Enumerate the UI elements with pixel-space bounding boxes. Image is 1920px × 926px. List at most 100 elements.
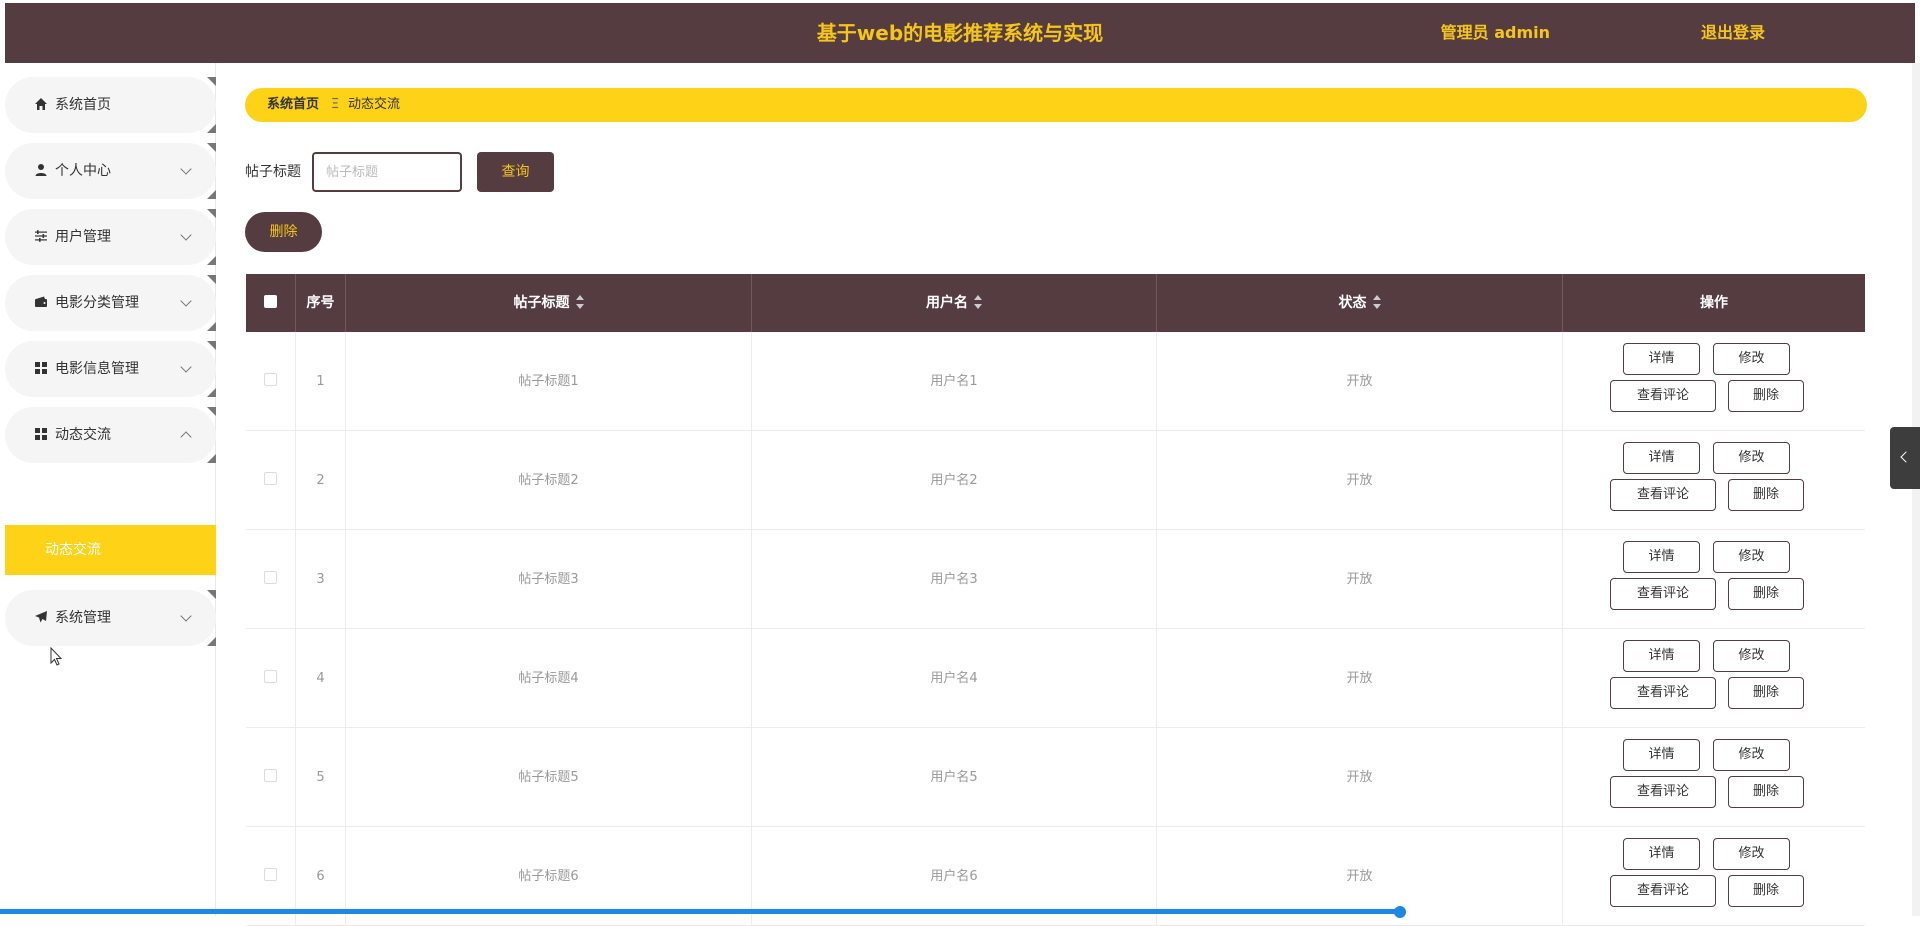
detail-button[interactable]: 详情 (1623, 442, 1700, 474)
batch-delete-button[interactable]: 删除 (245, 212, 322, 252)
menu-corner-decor (207, 143, 216, 152)
chevron-up-icon (180, 431, 192, 443)
table-row: 4 帖子标题4 用户名4 开放 详情 修改 查看评论 删除 (246, 629, 1865, 728)
header-index-label: 序号 (306, 295, 335, 311)
header-title-label: 帖子标题 (513, 295, 570, 311)
collapse-panel-tab[interactable] (1890, 427, 1920, 489)
sidebar-item-home[interactable]: 系统首页 (5, 77, 216, 133)
send-icon (33, 609, 49, 625)
sidebar: 系统首页 个人中心 用户管理 电影分类管理 电影信息管理 动态交流 动态交流 系… (5, 63, 216, 916)
select-all-checkbox[interactable] (264, 295, 277, 308)
detail-button[interactable]: 详情 (1623, 739, 1700, 771)
row-index: 1 (296, 332, 346, 431)
edit-button[interactable]: 修改 (1713, 442, 1790, 474)
view-comments-button[interactable]: 查看评论 (1610, 578, 1716, 610)
view-comments-button[interactable]: 查看评论 (1610, 677, 1716, 709)
sidebar-item-label: 电影分类管理 (55, 295, 139, 311)
view-comments-button[interactable]: 查看评论 (1610, 479, 1716, 511)
menu-corner-decor (207, 407, 216, 416)
header-title[interactable]: 帖子标题 (346, 274, 752, 332)
breadcrumb-separator: Ξ (331, 97, 340, 112)
row-username: 用户名3 (752, 530, 1157, 629)
sidebar-item-label: 用户管理 (55, 229, 111, 245)
header-username[interactable]: 用户名 (752, 274, 1157, 332)
row-delete-button[interactable]: 删除 (1728, 875, 1804, 907)
view-comments-button[interactable]: 查看评论 (1610, 875, 1716, 907)
row-delete-button[interactable]: 删除 (1728, 677, 1804, 709)
detail-button[interactable]: 详情 (1623, 343, 1700, 375)
row-checkbox[interactable] (264, 769, 277, 782)
row-delete-button[interactable]: 删除 (1728, 380, 1804, 412)
row-delete-button[interactable]: 删除 (1728, 776, 1804, 808)
row-checkbox[interactable] (264, 571, 277, 584)
sidebar-item-label: 系统首页 (55, 97, 111, 113)
sidebar-subitem-forum[interactable]: 动态交流 (5, 525, 216, 575)
row-checkbox[interactable] (264, 670, 277, 683)
sliders-icon (33, 228, 49, 244)
row-status: 开放 (1157, 431, 1563, 530)
edit-button[interactable]: 修改 (1713, 343, 1790, 375)
row-title: 帖子标题3 (346, 530, 752, 629)
sort-icon[interactable] (974, 295, 982, 309)
sidebar-item-system[interactable]: 系统管理 (5, 590, 216, 646)
header-actions: 操作 (1563, 274, 1865, 332)
sidebar-item-forum[interactable]: 动态交流 (5, 407, 216, 463)
vertical-scrollbar[interactable] (1912, 63, 1920, 916)
row-delete-button[interactable]: 删除 (1728, 578, 1804, 610)
header-select-all[interactable] (246, 274, 296, 332)
row-checkbox[interactable] (264, 472, 277, 485)
row-index: 2 (296, 431, 346, 530)
search-label: 帖子标题 (245, 164, 301, 180)
sort-icon[interactable] (575, 295, 584, 309)
row-actions: 详情 修改查看评论 删除 (1563, 827, 1865, 926)
row-actions: 详情 修改查看评论 删除 (1563, 431, 1865, 530)
row-title: 帖子标题2 (346, 431, 752, 530)
mouse-cursor-icon (50, 647, 63, 666)
edit-button[interactable]: 修改 (1713, 640, 1790, 672)
sidebar-item-user-management[interactable]: 用户管理 (5, 209, 216, 265)
table-row: 1 帖子标题1 用户名1 开放 详情 修改 查看评论 删除 (246, 332, 1865, 431)
menu-corner-decor (207, 275, 216, 284)
row-title: 帖子标题4 (346, 629, 752, 728)
row-index: 3 (296, 530, 346, 629)
detail-button[interactable]: 详情 (1623, 541, 1700, 573)
edit-button[interactable]: 修改 (1713, 739, 1790, 771)
search-button[interactable]: 查询 (477, 152, 554, 192)
edit-button[interactable]: 修改 (1713, 838, 1790, 870)
detail-button[interactable]: 详情 (1623, 838, 1700, 870)
header-status[interactable]: 状态 (1157, 274, 1563, 332)
grid-icon (33, 426, 49, 442)
row-index: 5 (296, 728, 346, 827)
row-delete-button[interactable]: 删除 (1728, 479, 1804, 511)
posts-table: 序号 帖子标题 用户名 状态 操作 1 帖子标题1 用户名1 开放 详情 修改 查看评论 删除… (246, 274, 1865, 926)
header-status-label: 状态 (1338, 295, 1367, 311)
row-status: 开放 (1157, 728, 1563, 827)
sidebar-item-movie-info[interactable]: 电影信息管理 (5, 341, 216, 397)
sort-icon[interactable] (1372, 295, 1381, 309)
edit-button[interactable]: 修改 (1713, 541, 1790, 573)
row-checkbox[interactable] (264, 373, 277, 386)
breadcrumb: 系统首页 Ξ 动态交流 (245, 88, 1867, 122)
app-title: 基于web的电影推荐系统与实现 (816, 21, 1104, 45)
breadcrumb-current: 动态交流 (348, 97, 401, 112)
logout-link[interactable]: 退出登录 (1701, 3, 1765, 63)
table-row: 3 帖子标题3 用户名3 开放 详情 修改查看评论 删除 (246, 530, 1865, 629)
breadcrumb-home[interactable]: 系统首页 (267, 88, 319, 122)
row-actions: 详情 修改查看评论 删除 (1563, 332, 1865, 431)
sidebar-item-personal-center[interactable]: 个人中心 (5, 143, 216, 199)
row-checkbox[interactable] (264, 868, 277, 881)
horizontal-scrollbar-thumb[interactable] (1394, 906, 1406, 918)
horizontal-scrollbar[interactable] (0, 909, 1400, 914)
chevron-down-icon (180, 610, 192, 622)
table-row: 2 帖子标题2 用户名2 开放 详情 修改 查看评论 删除 (246, 431, 1865, 530)
admin-user-label[interactable]: 管理员 admin (1441, 3, 1550, 63)
sidebar-item-movie-category[interactable]: 电影分类管理 (5, 275, 216, 331)
detail-button[interactable]: 详情 (1623, 640, 1700, 672)
row-actions: 详情 修改查看评论 删除 (1563, 629, 1865, 728)
row-status: 开放 (1157, 530, 1563, 629)
search-input[interactable] (312, 152, 462, 192)
view-comments-button[interactable]: 查看评论 (1610, 380, 1716, 412)
top-header: 基于web的电影推荐系统与实现 管理员 admin 退出登录 (5, 3, 1915, 63)
menu-corner-decor (207, 341, 216, 350)
view-comments-button[interactable]: 查看评论 (1610, 776, 1716, 808)
